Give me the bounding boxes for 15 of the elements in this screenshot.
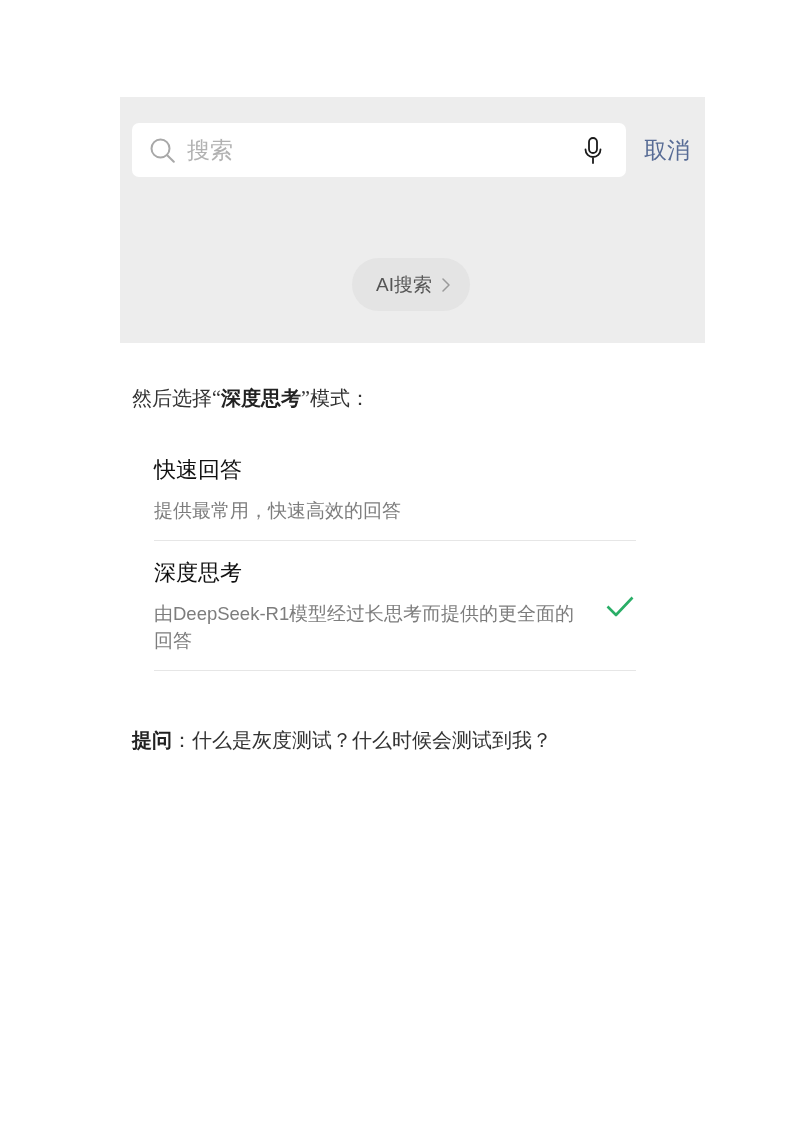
cancel-button[interactable]: 取消	[644, 134, 690, 166]
mode-option[interactable]: 快速回答 提供最常用，快速高效的回答	[154, 438, 636, 540]
search-field[interactable]: 搜索	[132, 123, 626, 177]
mode-option-title: 深度思考	[154, 559, 242, 587]
ai-search-button[interactable]: AI搜索	[352, 258, 470, 311]
chevron-icon	[441, 277, 450, 292]
instruction-text: 然后选择“深度思考”模式：	[132, 386, 370, 411]
search-input[interactable]: 搜索	[187, 135, 572, 165]
mode-option[interactable]: 深度思考 由DeepSeek-R1模型经过长思考而提供的更全面的回答	[154, 541, 636, 670]
mode-option-description: 由DeepSeek-R1模型经过长思考而提供的更全面的回答	[154, 602, 576, 653]
search-icon	[150, 137, 175, 163]
mode-option-description: 提供最常用，快速高效的回答	[154, 499, 401, 523]
mode-option-title: 快速回答	[154, 456, 242, 484]
question-text: 提问：什么是灰度测试？什么时候会测试到我？	[132, 728, 552, 753]
microphone-icon[interactable]	[584, 136, 602, 164]
